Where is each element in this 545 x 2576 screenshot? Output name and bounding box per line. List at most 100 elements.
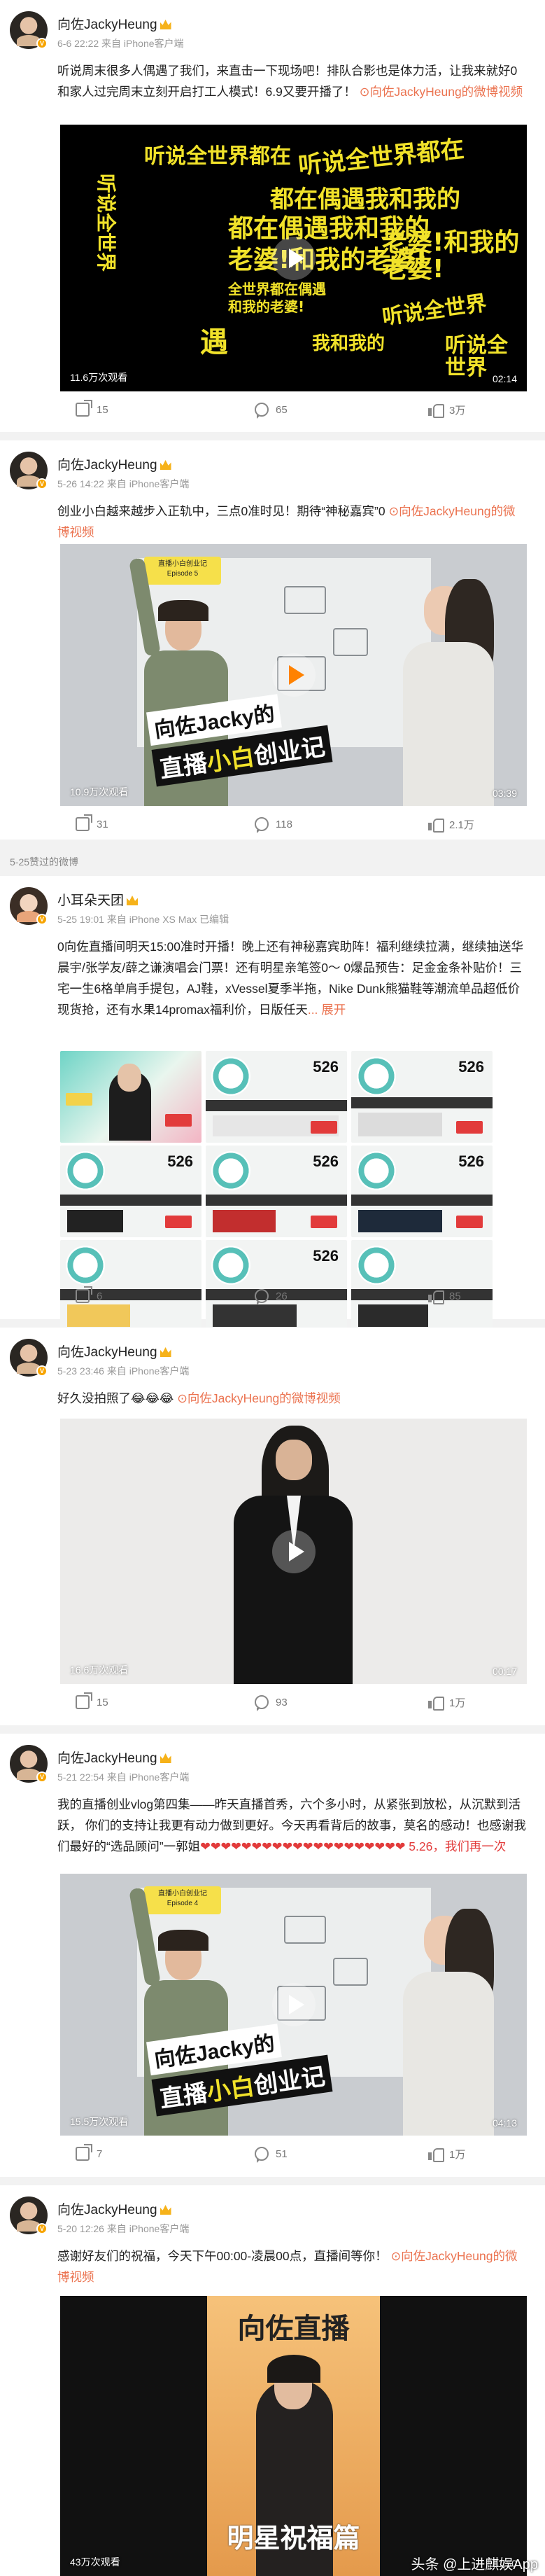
date-label: 526 bbox=[313, 1058, 339, 1075]
weibo-post: V 向佐JackyHeung 5-23 23:46 来自 iPhone客户端 好… bbox=[0, 1328, 545, 1725]
post-meta: 5-20 12:26 来自 iPhone客户端 bbox=[57, 2223, 190, 2234]
comment-button[interactable]: 51 bbox=[255, 2140, 288, 2168]
video-player[interactable]: 直播小白创业记 Episode 4 向佐Jacky的 直播小白创业记 15.5万次… bbox=[60, 1874, 527, 2136]
post-text: 我的直播创业vlog第四集——昨天直播首秀，六个多小时，从紧张到放松，从沉默到活… bbox=[57, 1797, 526, 1853]
post-text: 0向佐直播间明天15:00准时开播！晚上还有神秘嘉宾助阵！福利继续拉满，继续抽送… bbox=[57, 940, 524, 1017]
liked-header: 5-25赞过的微博 bbox=[0, 848, 545, 876]
grid-image[interactable]: 526 bbox=[206, 1146, 347, 1237]
username[interactable]: 向佐JackyHeung bbox=[57, 1342, 171, 1360]
poster-title: 向佐直播 bbox=[237, 2313, 350, 2344]
like-button[interactable]: 3万 bbox=[428, 396, 465, 424]
like-button[interactable]: 85 bbox=[428, 1282, 461, 1310]
video-overlay-text: 听说全世界都在 bbox=[297, 134, 466, 181]
comment-button[interactable]: 65 bbox=[255, 396, 288, 424]
share-button[interactable]: 6 bbox=[76, 1282, 102, 1310]
comment-button[interactable]: 26 bbox=[255, 1282, 288, 1310]
username[interactable]: 向佐JackyHeung bbox=[57, 14, 171, 33]
comment-button[interactable]: 93 bbox=[255, 1688, 288, 1716]
like-button[interactable]: 1万 bbox=[428, 2140, 465, 2168]
weibo-post: V 向佐JackyHeung 5-26 14:22 来自 iPhone客户端 创… bbox=[0, 440, 545, 840]
username[interactable]: 小耳朵天团 bbox=[57, 890, 139, 909]
share-button[interactable]: 31 bbox=[76, 810, 108, 838]
video-player[interactable]: 听说全世界都在 听说全世界都在 都在偶遇我和我的 老婆!和我的老婆! 听说全世界… bbox=[60, 125, 527, 391]
watermark: 头条 @上进麒娱App bbox=[411, 2557, 538, 2572]
post-meta: 5-21 22:54 来自 iPhone客户端 bbox=[57, 1771, 190, 1783]
comment-icon bbox=[255, 1695, 269, 1711]
video-link[interactable]: ⊙向佐JackyHeung的微博视频 bbox=[360, 85, 523, 99]
video-overlay-text: 听说全世界都在 bbox=[144, 144, 291, 169]
video-player[interactable]: 向佐直播 明星祝福篇 43万次观看 01:50 bbox=[60, 2296, 527, 2576]
weibo-post: V 向佐JackyHeung 5-21 22:54 来自 iPhone客户端 我… bbox=[0, 1734, 545, 2177]
video-overlay-text: 听说全世界 bbox=[94, 174, 118, 272]
video-overlay-text: 全世界都在偶遇 bbox=[228, 281, 326, 298]
share-button[interactable]: 7 bbox=[76, 2140, 102, 2168]
hearts-text: ❤❤❤❤❤❤❤❤❤❤❤❤❤❤❤❤❤❤❤❤ 5.26，我们再一次 bbox=[200, 1839, 507, 1853]
post-meta: 5-23 23:46 来自 iPhone客户端 bbox=[57, 1365, 190, 1377]
view-count: 43万次观看 bbox=[70, 2556, 120, 2568]
crown-icon bbox=[160, 2205, 171, 2215]
grid-image[interactable]: 526 bbox=[206, 1051, 347, 1143]
share-icon bbox=[76, 814, 92, 831]
brand-seal-icon bbox=[211, 1246, 250, 1285]
episode-badge: 直播小白创业记 Episode 4 bbox=[144, 1886, 221, 1914]
post-meta: 5-26 14:22 来自 iPhone客户端 bbox=[57, 478, 190, 489]
username[interactable]: 向佐JackyHeung bbox=[57, 454, 171, 473]
video-duration: 02:14 bbox=[492, 373, 517, 384]
expand-link[interactable]: ... 展开 bbox=[308, 1003, 346, 1017]
share-icon bbox=[76, 1286, 92, 1303]
video-duration: 04:13 bbox=[492, 2117, 517, 2129]
crown-icon bbox=[160, 1753, 171, 1763]
comment-icon bbox=[255, 1289, 269, 1305]
weibo-post: V 向佐JackyHeung 6-6 22:22 来自 iPhone客户端 听说… bbox=[0, 0, 545, 432]
like-icon bbox=[428, 403, 444, 418]
grid-image[interactable]: 526 bbox=[351, 1051, 493, 1143]
brand-seal-icon bbox=[211, 1057, 250, 1096]
play-button-icon[interactable] bbox=[271, 653, 316, 697]
brand-seal-icon bbox=[357, 1151, 396, 1190]
share-icon bbox=[76, 400, 92, 417]
share-button[interactable]: 15 bbox=[76, 1688, 108, 1716]
date-label: 526 bbox=[167, 1153, 193, 1170]
share-button[interactable]: 15 bbox=[76, 396, 108, 424]
view-count: 10.9万次观看 bbox=[70, 786, 129, 798]
play-button-icon[interactable] bbox=[271, 1983, 316, 2026]
grid-image[interactable]: 526 bbox=[60, 1146, 201, 1237]
play-button-icon[interactable] bbox=[271, 236, 316, 280]
video-duration: 03:39 bbox=[492, 788, 517, 799]
video-overlay-text: 听说全世界 bbox=[445, 333, 508, 380]
brand-seal-icon bbox=[66, 1151, 105, 1190]
post-text: 感谢好友们的祝福，今天下午00:00-凌晨00点，直播间等你！ ⊙向佐Jacky… bbox=[57, 2249, 518, 2284]
video-overlay-text: 老婆!和我的老婆! bbox=[228, 246, 427, 274]
crown-icon bbox=[160, 20, 171, 29]
view-count: 16.6万次观看 bbox=[70, 1664, 129, 1676]
grid-image[interactable] bbox=[60, 1051, 201, 1143]
crown-icon bbox=[160, 1347, 171, 1357]
weibo-post: V 小耳朵天团 5-25 19:01 来自 iPhone XS Max 已编辑 … bbox=[0, 876, 545, 1332]
liked-label: 5-25赞过的微博 bbox=[10, 856, 79, 868]
action-bar: 15 93 1万 bbox=[0, 1688, 545, 1716]
video-link[interactable]: ⊙向佐JackyHeung的微博视频 bbox=[177, 1391, 340, 1405]
like-button[interactable]: 2.1万 bbox=[428, 810, 474, 838]
episode-badge: 直播小白创业记 Episode 5 bbox=[144, 557, 221, 585]
video-player[interactable]: 直播小白创业记 Episode 5 向佐Jacky的 直播小白创业记 10.9万次… bbox=[60, 544, 527, 806]
grid-image[interactable]: 526 bbox=[351, 1146, 493, 1237]
username[interactable]: 向佐JackyHeung bbox=[57, 1748, 171, 1767]
post-meta: 5-25 19:01 来自 iPhone XS Max 已编辑 bbox=[57, 914, 229, 925]
crown-icon bbox=[160, 460, 171, 470]
play-button-icon[interactable] bbox=[271, 1529, 316, 1573]
emoji-icons: 😂😂😂 bbox=[131, 1391, 174, 1405]
verified-badge-icon: V bbox=[36, 38, 48, 49]
video-player[interactable]: 16.6万次观看 00:17 bbox=[60, 1419, 527, 1684]
username[interactable]: 向佐JackyHeung bbox=[57, 2199, 171, 2218]
post-meta: 6-6 22:22 来自 iPhone客户端 bbox=[57, 38, 184, 49]
share-icon bbox=[76, 2144, 92, 2161]
crown-icon bbox=[127, 896, 139, 905]
date-label: 526 bbox=[313, 1153, 339, 1170]
verified-badge-icon: V bbox=[36, 478, 48, 489]
date-label: 526 bbox=[458, 1058, 484, 1075]
like-button[interactable]: 1万 bbox=[428, 1688, 465, 1716]
action-bar: 31 118 2.1万 bbox=[0, 810, 545, 838]
brand-seal-icon bbox=[66, 1246, 105, 1285]
comment-button[interactable]: 118 bbox=[255, 810, 292, 838]
brand-seal-icon bbox=[357, 1057, 396, 1096]
